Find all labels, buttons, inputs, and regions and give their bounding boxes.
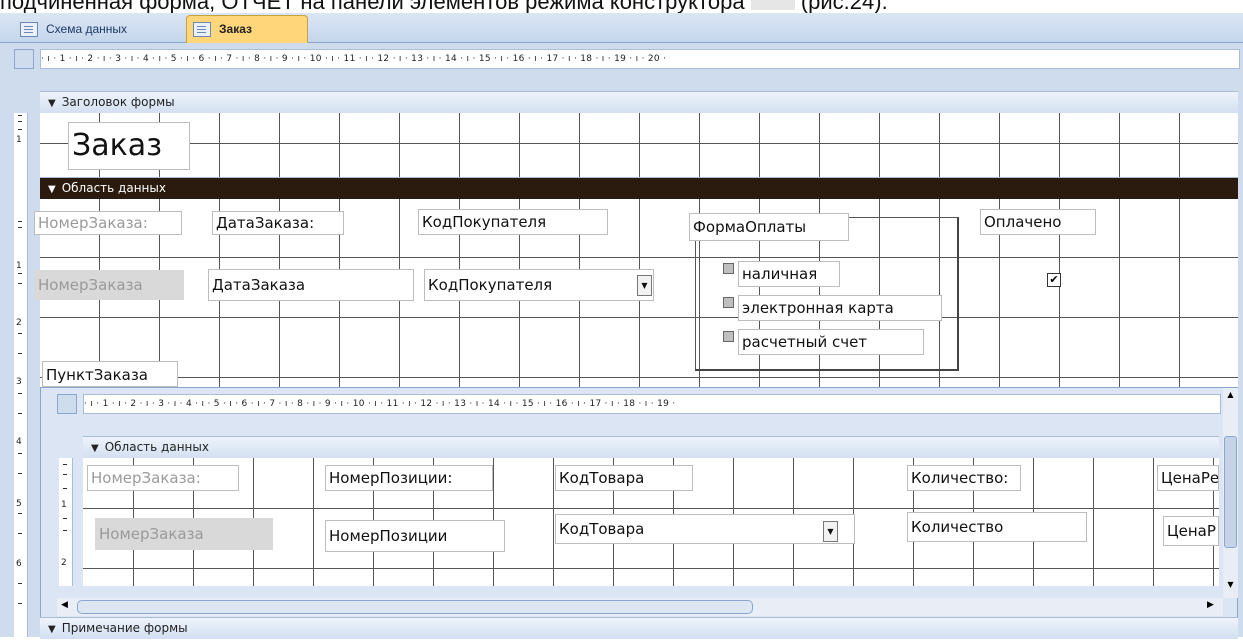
section-label: Область данных bbox=[61, 181, 166, 195]
label-payment-form[interactable]: ФормаОплаты bbox=[689, 213, 849, 241]
form-icon bbox=[193, 22, 211, 38]
collapse-arrow-icon: ▼ bbox=[91, 443, 99, 454]
section-form-footer[interactable]: ▼ Примечание формы bbox=[40, 617, 1238, 639]
form-design-surface: · ı · 1 · ı · 2 · ı · 3 · ı · 4 · ı · 5 … bbox=[0, 43, 1243, 639]
subform-vertical-scrollbar[interactable]: ▲ ▼ bbox=[1223, 388, 1238, 598]
scroll-up-arrow-icon[interactable]: ▲ bbox=[1223, 388, 1238, 402]
field-customer-code[interactable]: КодПокупателя bbox=[424, 269, 654, 301]
tab-label: Заказ bbox=[219, 22, 252, 36]
label-order-point[interactable]: ПунктЗаказа bbox=[42, 361, 178, 387]
section-label: Примечание формы bbox=[61, 621, 188, 635]
sub-field-quantity[interactable]: Количество bbox=[907, 512, 1087, 542]
toolbar-icon-placeholder bbox=[750, 0, 795, 11]
sub-field-order-no[interactable]: НомерЗаказа bbox=[95, 518, 273, 550]
customer-dropdown-arrow-icon[interactable]: ▼ bbox=[637, 275, 652, 296]
subform-control[interactable]: · ı · 1 · ı · 2 · ı · 3 · ı · 4 · ı · 5 … bbox=[40, 387, 1238, 619]
subform-section-detail[interactable]: ▼ Область данных bbox=[83, 436, 1219, 458]
section-label: Заголовок формы bbox=[61, 95, 175, 109]
scroll-down-arrow-icon[interactable]: ▼ bbox=[1223, 578, 1238, 592]
scroll-thumb[interactable] bbox=[1224, 436, 1237, 548]
label-order-no[interactable]: НомерЗаказа: bbox=[34, 211, 182, 235]
label-paid[interactable]: Оплачено bbox=[980, 209, 1096, 235]
subform-vertical-ruler: 1 2 bbox=[59, 458, 73, 586]
option-card[interactable]: электронная карта bbox=[738, 295, 942, 321]
collapse-arrow-icon: ▼ bbox=[48, 98, 56, 109]
sub-field-position-no[interactable]: НомерПозиции bbox=[325, 520, 505, 552]
section-label: Область данных bbox=[104, 440, 209, 454]
subform-horizontal-scrollbar[interactable]: ◀ ▶ bbox=[57, 598, 1223, 616]
form-header-grid: Заказ bbox=[40, 113, 1238, 177]
sub-label-position-no[interactable]: НомерПозиции: bbox=[325, 465, 493, 491]
form-title-label[interactable]: Заказ bbox=[68, 122, 190, 170]
caption-text: подчиненная форма, OTЧET на панели элеме… bbox=[0, 0, 745, 13]
option-toggle[interactable] bbox=[723, 331, 734, 342]
field-order-date[interactable]: ДатаЗаказа bbox=[208, 269, 414, 301]
product-dropdown-arrow-icon[interactable]: ▼ bbox=[823, 521, 838, 542]
tab-schema[interactable]: Схема данных bbox=[14, 17, 182, 41]
document-caption: подчиненная форма, OTЧET на панели элеме… bbox=[0, 0, 1243, 13]
tab-label: Схема данных bbox=[46, 22, 128, 36]
form-selector[interactable] bbox=[14, 49, 34, 69]
sub-label-order-no[interactable]: НомерЗаказа: bbox=[87, 465, 239, 491]
option-toggle[interactable] bbox=[723, 297, 734, 308]
option-account[interactable]: расчетный счет bbox=[738, 329, 924, 355]
caption-text-end: (рис.24). bbox=[800, 0, 888, 13]
label-order-date[interactable]: ДатаЗаказа: bbox=[212, 211, 344, 235]
document-tabs: Схема данных Заказ bbox=[0, 13, 1243, 43]
detail-grid: НомерЗаказа: ДатаЗаказа: КодПокупателя О… bbox=[34, 199, 1238, 387]
relationships-icon bbox=[20, 22, 38, 38]
option-cash[interactable]: наличная bbox=[738, 261, 840, 287]
sub-field-price[interactable]: ЦенаР bbox=[1163, 516, 1219, 546]
collapse-arrow-icon: ▼ bbox=[48, 184, 56, 195]
scroll-left-arrow-icon[interactable]: ◀ bbox=[61, 600, 68, 610]
field-order-no[interactable]: НомерЗаказа bbox=[34, 270, 184, 300]
sub-label-quantity[interactable]: Количество: bbox=[907, 465, 1021, 491]
paid-checkbox[interactable]: ✔ bbox=[1047, 273, 1061, 287]
section-detail[interactable]: ▼ Область данных bbox=[40, 177, 1238, 199]
subform-ruler: · ı · 1 · ı · 2 · ı · 3 · ı · 4 · ı · 5 … bbox=[83, 394, 1221, 414]
sub-field-product-code[interactable]: КодТовара bbox=[555, 514, 855, 544]
subform-grid: НомерЗаказа: НомерПозиции: КодТовара Кол… bbox=[83, 458, 1219, 586]
sub-label-product-code[interactable]: КодТовара bbox=[555, 465, 693, 491]
tab-order-form[interactable]: Заказ bbox=[186, 15, 308, 43]
sub-label-price[interactable]: ЦенаРе bbox=[1157, 465, 1219, 491]
section-form-header[interactable]: ▼ Заголовок формы bbox=[40, 91, 1238, 113]
scroll-thumb[interactable] bbox=[77, 600, 753, 614]
horizontal-ruler: · ı · 1 · ı · 2 · ı · 3 · ı · 4 · ı · 5 … bbox=[40, 49, 1240, 69]
option-toggle[interactable] bbox=[723, 263, 734, 274]
vertical-ruler: 1 1 2 3 4 5 6 bbox=[14, 113, 28, 637]
subform-selector[interactable] bbox=[57, 394, 77, 414]
scroll-right-arrow-icon[interactable]: ▶ bbox=[1207, 600, 1214, 610]
label-customer-code[interactable]: КодПокупателя bbox=[418, 209, 608, 235]
